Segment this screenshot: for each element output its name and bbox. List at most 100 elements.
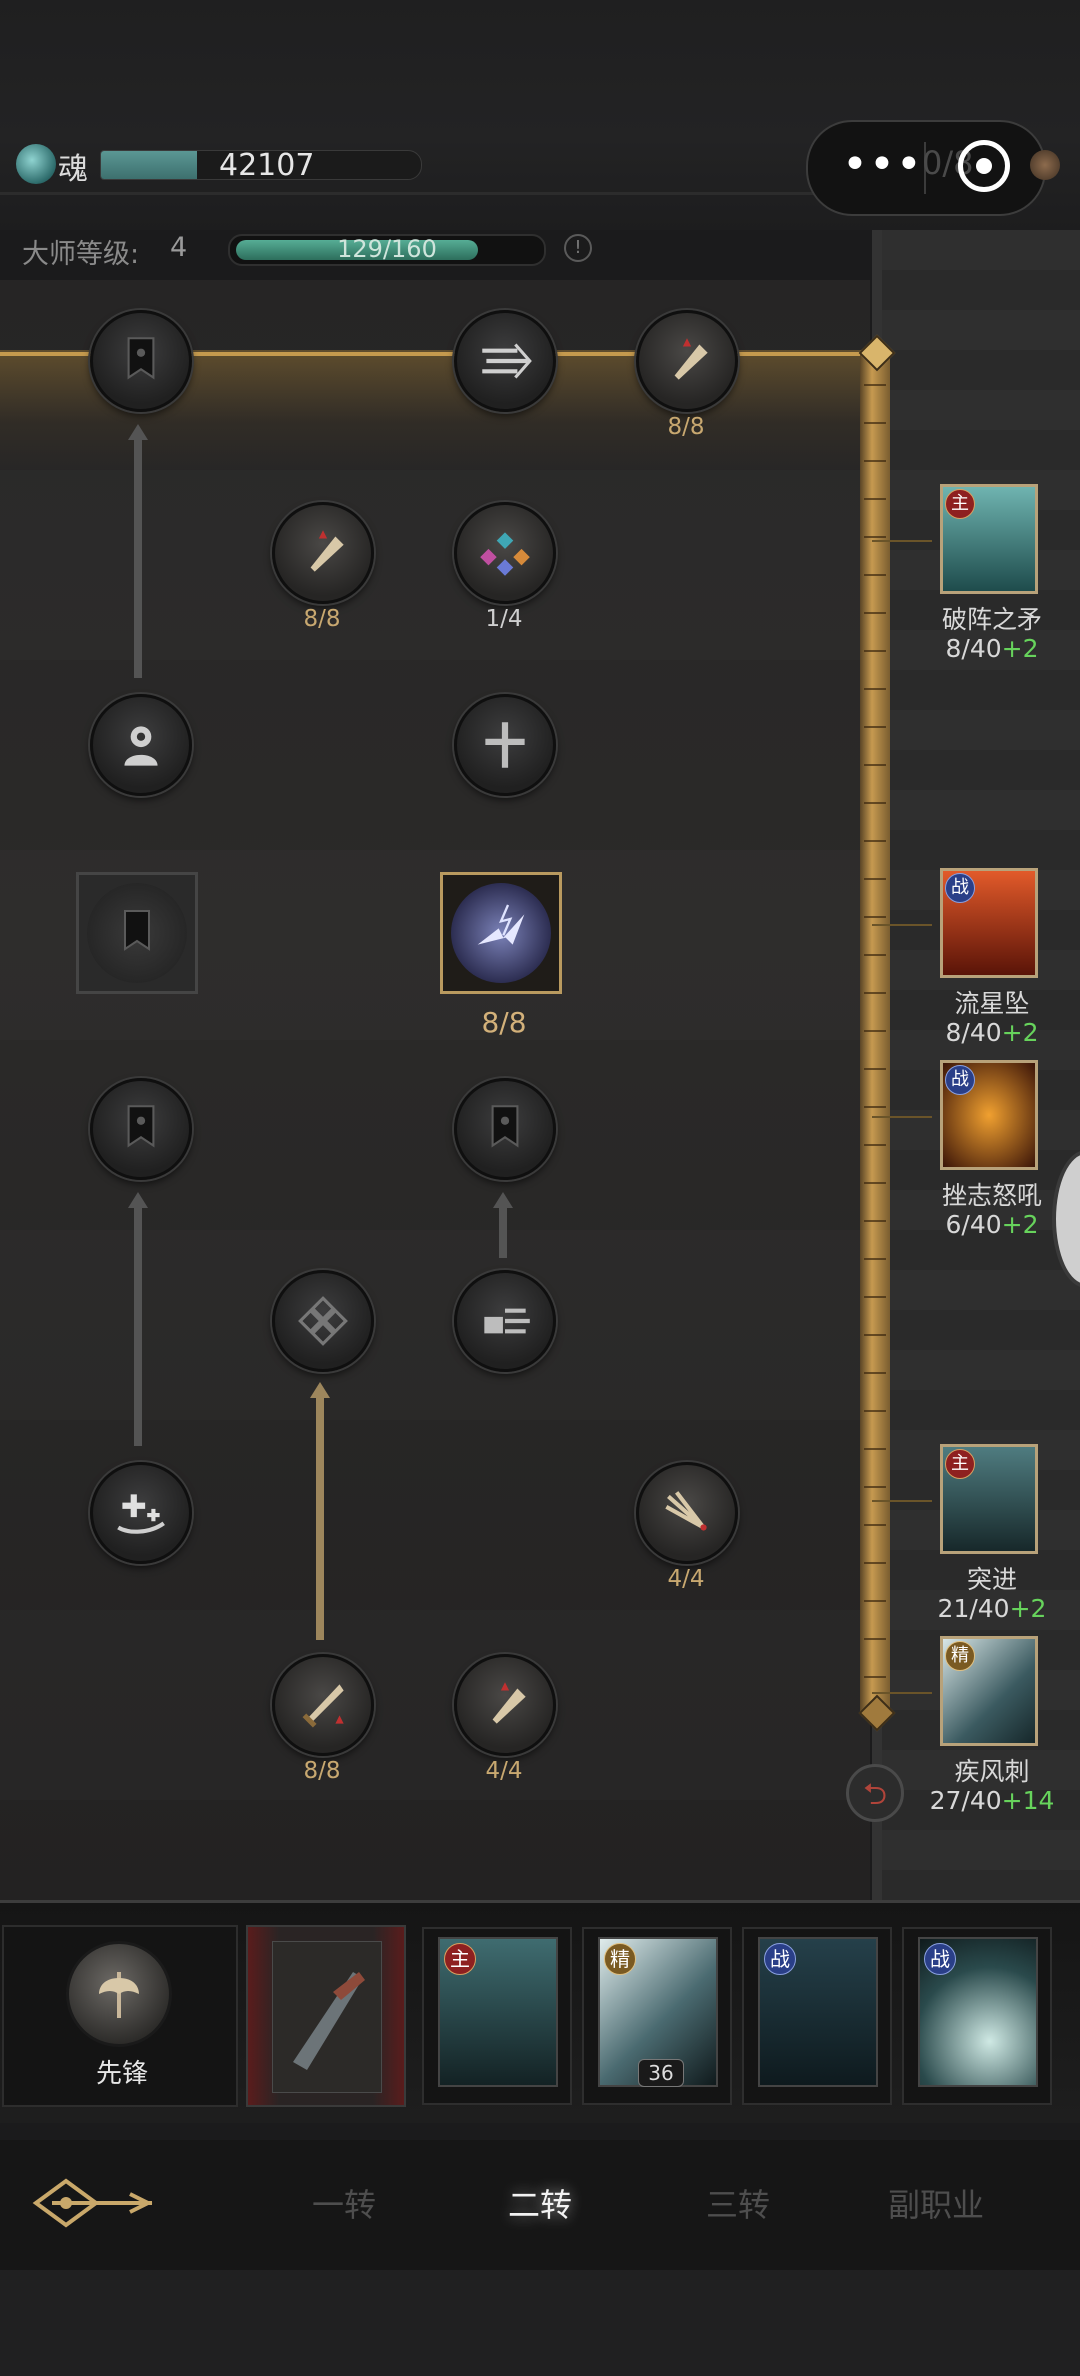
skill-level: 8/40+2 bbox=[922, 634, 1062, 663]
skill-type-badge: 战 bbox=[924, 1943, 956, 1975]
soul-bar: 42107 bbox=[100, 150, 422, 180]
level-bonus: +2 bbox=[1001, 1018, 1039, 1047]
equipped-skill[interactable]: 精 36 bbox=[582, 1927, 732, 2105]
tree-row-band bbox=[0, 470, 870, 660]
master-level-row: 大师等级: 4 129/160 ! bbox=[0, 220, 880, 280]
tree-node-sword[interactable] bbox=[272, 1654, 374, 1756]
node-count: 4/4 bbox=[485, 1758, 523, 1784]
miniprogram-capsule[interactable]: ••• 0/8 bbox=[806, 120, 1046, 216]
tree-node-wind[interactable] bbox=[454, 310, 556, 412]
tree-node-lightning-strike[interactable] bbox=[440, 872, 562, 994]
soul-value: 42107 bbox=[219, 150, 315, 180]
level-text: 27/40 bbox=[929, 1786, 1002, 1815]
tree-row-band bbox=[0, 1230, 870, 1420]
meteor-icon: 战 bbox=[940, 868, 1038, 978]
banner-icon bbox=[127, 337, 155, 380]
charge-count: 36 bbox=[638, 2059, 684, 2087]
equipped-skill[interactable]: 战 bbox=[902, 1927, 1052, 2105]
skill-type-badge: 战 bbox=[764, 1943, 796, 1975]
rail-pip bbox=[872, 540, 932, 542]
level-text: 8/40 bbox=[945, 634, 1002, 663]
cross-icon bbox=[485, 722, 525, 768]
skill-level: 21/40+2 bbox=[922, 1594, 1062, 1623]
tree-node-spirit[interactable] bbox=[90, 694, 192, 796]
tab-first-job[interactable]: 一转 bbox=[274, 2180, 414, 2226]
master-progress-text: 129/160 bbox=[337, 235, 437, 263]
tree-node-banner[interactable] bbox=[454, 1078, 556, 1180]
master-level-value: 4 bbox=[170, 232, 188, 263]
skill-level: 6/40+2 bbox=[922, 1210, 1062, 1239]
skill-name: 疾风刺 bbox=[954, 1757, 1030, 1786]
tree-node-banner[interactable] bbox=[90, 310, 192, 412]
weapon-icon bbox=[272, 1941, 382, 2093]
node-count: 8/8 bbox=[481, 1006, 527, 1039]
skill-name: 破阵之矛 bbox=[941, 605, 1042, 634]
tree-link-arrow bbox=[128, 424, 148, 440]
spirit-icon bbox=[124, 726, 158, 766]
tree-node-banner-square[interactable] bbox=[76, 872, 198, 994]
more-menu-icon[interactable]: ••• bbox=[842, 140, 923, 190]
weapon-slot[interactable] bbox=[246, 1925, 406, 2107]
tree-node-fist-dash[interactable] bbox=[454, 1270, 556, 1372]
banner-icon bbox=[87, 883, 187, 983]
level-bonus: +2 bbox=[1001, 634, 1039, 663]
dagger-up-icon bbox=[492, 1682, 526, 1724]
tree-link bbox=[316, 1396, 324, 1640]
fist-dash-icon bbox=[484, 1308, 530, 1334]
master-level-label: 大师等级: bbox=[22, 239, 140, 270]
node-count: 1/4 bbox=[485, 606, 523, 632]
class-slot[interactable]: 先锋 bbox=[2, 1925, 238, 2107]
skill-name: 突进 bbox=[966, 1565, 1017, 1594]
tree-node-gem-cluster[interactable] bbox=[454, 502, 556, 604]
settings-gear-icon[interactable] bbox=[1030, 150, 1060, 180]
roar-icon: 战 bbox=[940, 1060, 1038, 1170]
rail-pip bbox=[872, 924, 932, 926]
skill-type-badge: 战 bbox=[945, 873, 975, 903]
skill-level: 27/40+14 bbox=[922, 1786, 1062, 1815]
soul-label: 魂 bbox=[58, 152, 88, 187]
tree-node-dagger[interactable] bbox=[272, 502, 374, 604]
wind-arrow-icon bbox=[482, 343, 532, 379]
tree-node-cross[interactable] bbox=[454, 694, 556, 796]
tree-link bbox=[134, 1206, 142, 1446]
tree-node-dagger[interactable] bbox=[454, 1654, 556, 1756]
equipped-skill-bar: 先锋 主 精 36 战 战 bbox=[0, 1900, 1080, 2123]
equipped-skill[interactable]: 战 bbox=[742, 1927, 892, 2105]
return-button[interactable]: ⮌ bbox=[846, 1764, 904, 1822]
rail-ticks bbox=[864, 348, 886, 1718]
rail-pip bbox=[872, 1500, 932, 1502]
tree-node-triple-blade[interactable] bbox=[636, 1462, 738, 1564]
wave-splash-icon: 战 bbox=[918, 1937, 1038, 2087]
tab-bar: 一转 二转 三转 副职业 bbox=[0, 2140, 1080, 2270]
tree-row-band bbox=[0, 1610, 870, 1800]
tree-node-banner[interactable] bbox=[90, 1078, 192, 1180]
info-icon[interactable]: ! bbox=[564, 234, 592, 262]
bottom-safe-area bbox=[0, 2270, 1080, 2376]
tree-node-diamond-knot[interactable] bbox=[272, 1270, 374, 1372]
tree-node-heal-hand[interactable] bbox=[90, 1462, 192, 1564]
skill-type-badge: 战 bbox=[945, 1065, 975, 1095]
tree-link-arrow bbox=[493, 1192, 513, 1208]
tab-third-job[interactable]: 三转 bbox=[668, 2180, 808, 2226]
node-count: 8/8 bbox=[667, 414, 705, 440]
level-bonus: +2 bbox=[1009, 1594, 1047, 1623]
equipped-skill[interactable]: 主 bbox=[422, 1927, 572, 2105]
tree-link bbox=[134, 438, 142, 678]
lightning-figure-icon bbox=[451, 883, 551, 983]
tab-sub-job[interactable]: 副职业 bbox=[866, 2180, 1006, 2226]
diamond-knot-icon bbox=[298, 1296, 348, 1346]
back-arrow-icon bbox=[32, 2178, 153, 2228]
tree-node-dagger[interactable] bbox=[636, 310, 738, 412]
level-text: 6/40 bbox=[945, 1210, 1002, 1239]
skill-level: 8/40+2 bbox=[922, 1018, 1062, 1047]
skill-type-badge: 主 bbox=[945, 489, 975, 519]
target-dot bbox=[976, 158, 992, 174]
tree-link-arrow bbox=[310, 1382, 330, 1398]
tab-second-job[interactable]: 二转 bbox=[470, 2180, 610, 2226]
back-emblem-button[interactable] bbox=[30, 2170, 160, 2236]
rail-pip bbox=[872, 1692, 932, 1694]
kick-icon: 战 bbox=[758, 1937, 878, 2087]
axe-emblem-icon bbox=[66, 1941, 172, 2047]
close-target-icon[interactable] bbox=[958, 140, 1010, 192]
dash-runner-icon: 主 bbox=[438, 1937, 558, 2087]
